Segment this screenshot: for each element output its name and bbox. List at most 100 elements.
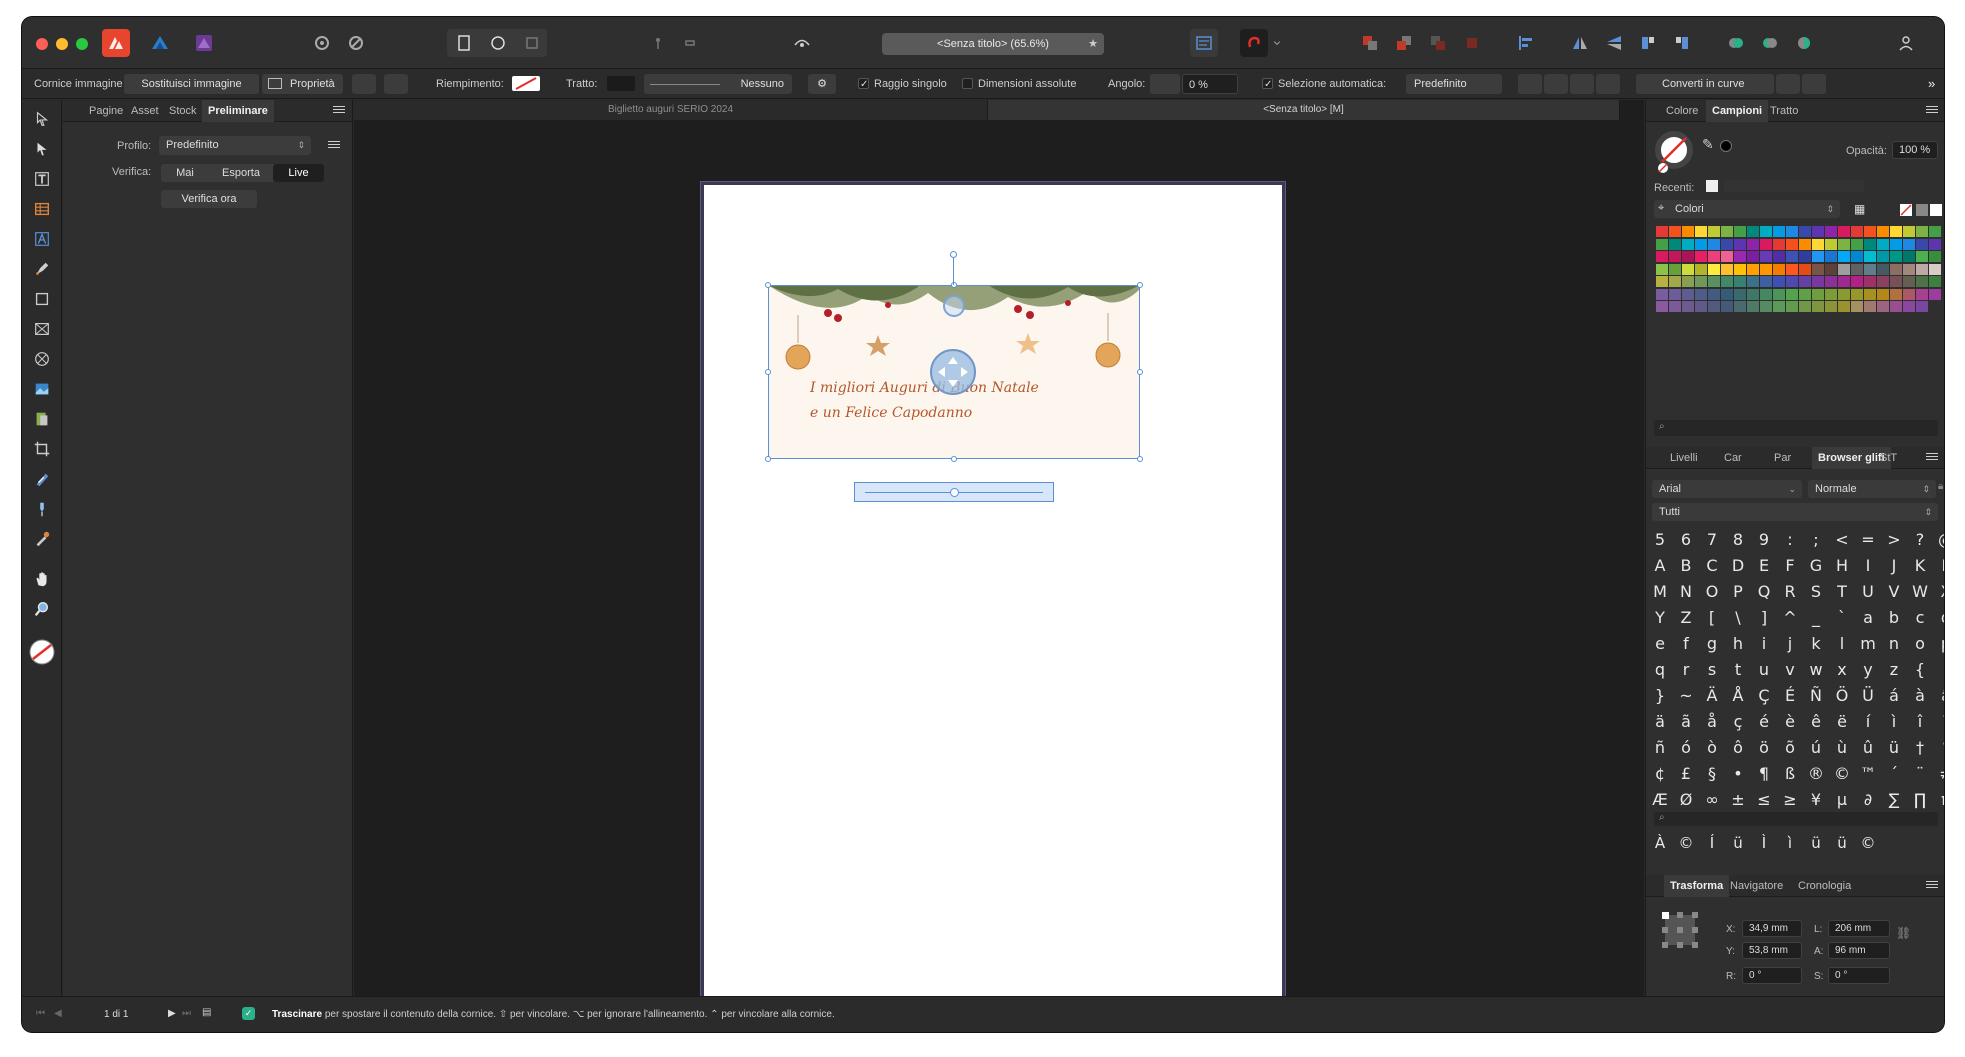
color-swatch[interactable] <box>1708 301 1720 312</box>
glyph-cell[interactable]: ß <box>1780 764 1800 783</box>
verify-now-button[interactable]: Verifica ora <box>161 190 257 208</box>
tab-history[interactable]: Cronologia <box>1792 875 1857 897</box>
color-swatch[interactable] <box>1929 288 1941 300</box>
tab-character[interactable]: Car <box>1718 447 1748 469</box>
glyph-cell[interactable]: V <box>1884 582 1904 601</box>
glyph-cell[interactable]: G <box>1806 556 1826 575</box>
node-tool-icon[interactable] <box>31 138 53 160</box>
recent-glyph-cell[interactable]: © <box>1858 834 1878 852</box>
color-swatch[interactable] <box>1747 251 1759 262</box>
color-swatch[interactable] <box>1929 238 1941 250</box>
glyph-cell[interactable]: m <box>1858 634 1878 653</box>
glyph-cell[interactable]: X <box>1936 582 1944 601</box>
color-swatch[interactable] <box>1903 288 1915 300</box>
zoom-window-button[interactable] <box>76 38 88 50</box>
text-flow-icon[interactable] <box>1190 29 1218 57</box>
color-swatch[interactable] <box>1734 226 1746 237</box>
color-swatch[interactable] <box>1682 238 1694 250</box>
color-swatch[interactable] <box>1864 226 1876 237</box>
color-swatch[interactable] <box>1864 276 1876 287</box>
place-image-tool-icon[interactable] <box>31 378 53 400</box>
rectangle-tool-icon[interactable] <box>31 288 53 310</box>
glyph-cell[interactable]: } <box>1650 686 1670 705</box>
color-swatch[interactable] <box>1747 288 1759 300</box>
glyph-cell[interactable]: g <box>1702 634 1722 653</box>
settings-gear-icon[interactable] <box>308 29 336 57</box>
color-swatch[interactable] <box>1851 238 1863 250</box>
swatch-search-input[interactable]: ⌕ <box>1654 420 1938 436</box>
color-panel-menu-icon[interactable] <box>1926 104 1938 116</box>
minimize-window-button[interactable] <box>56 38 68 50</box>
glyph-cell[interactable]: ≠ <box>1936 764 1944 783</box>
color-swatch[interactable] <box>1864 263 1876 275</box>
frame-fill-button[interactable] <box>384 74 408 94</box>
color-swatch[interactable] <box>1695 263 1707 275</box>
glyph-cell[interactable]: 6 <box>1676 530 1696 549</box>
color-swatch[interactable] <box>1903 226 1915 237</box>
tab-text-styles[interactable]: StT <box>1874 447 1903 469</box>
color-swatch[interactable] <box>1916 238 1928 250</box>
color-swatch[interactable] <box>1851 263 1863 275</box>
recent-glyph-cell[interactable]: Ì <box>1754 834 1774 852</box>
color-swatch[interactable] <box>1825 251 1837 262</box>
color-swatch[interactable] <box>1773 301 1785 312</box>
transform-shear-field[interactable]: 0 ° <box>1828 967 1890 984</box>
stroke-swatch[interactable] <box>607 76 635 91</box>
align-center-button[interactable] <box>1776 74 1800 94</box>
color-swatch[interactable] <box>1773 263 1785 275</box>
color-swatch[interactable] <box>1760 226 1772 237</box>
color-swatch[interactable] <box>1916 288 1928 300</box>
color-swatch[interactable] <box>1786 226 1798 237</box>
glyph-cell[interactable]: ò <box>1702 738 1722 757</box>
color-swatch[interactable] <box>1812 288 1824 300</box>
color-swatch[interactable] <box>1916 276 1928 287</box>
glyph-cell[interactable]: e <box>1650 634 1670 653</box>
color-swatch[interactable] <box>1890 251 1902 262</box>
preflight-ok-icon[interactable]: ✓ <box>242 1007 255 1020</box>
glyph-cell[interactable]: Z <box>1676 608 1696 627</box>
zoom-tool-icon[interactable] <box>31 598 53 620</box>
glyph-cell[interactable]: ä <box>1650 712 1670 731</box>
verify-option-export[interactable]: Esporta <box>209 164 273 182</box>
color-swatch[interactable] <box>1890 288 1902 300</box>
glyph-cell[interactable]: n <box>1884 634 1904 653</box>
color-swatch[interactable] <box>1916 251 1928 262</box>
color-swatch[interactable] <box>1812 301 1824 312</box>
glyph-lock-icon[interactable]: 🔒︎ <box>1938 481 1943 492</box>
color-swatch[interactable] <box>1734 288 1746 300</box>
arrange-backward-icon[interactable] <box>1424 29 1452 57</box>
content-scale-slider[interactable] <box>854 482 1054 502</box>
glyph-cell[interactable]: ñ <box>1650 738 1670 757</box>
recent-glyph-cell[interactable]: ì <box>1780 834 1800 852</box>
glyph-cell[interactable]: ì <box>1884 712 1904 731</box>
frame-content-anchor-icon[interactable] <box>943 295 965 317</box>
glyph-cell[interactable]: ∑ <box>1884 790 1904 809</box>
glyph-cell[interactable]: à <box>1910 686 1930 705</box>
glyph-cell[interactable]: é <box>1754 712 1774 731</box>
glyph-cell[interactable]: Ö <box>1832 686 1852 705</box>
view-page-icon[interactable] <box>450 29 478 57</box>
glyph-cell[interactable]: A <box>1650 556 1670 575</box>
color-swatch[interactable] <box>1708 226 1720 237</box>
crop-button[interactable] <box>1596 74 1620 94</box>
transform-width-field[interactable]: 206 mm <box>1828 920 1890 937</box>
color-swatch[interactable] <box>1656 276 1668 287</box>
color-swatch[interactable] <box>1786 288 1798 300</box>
glyph-cell[interactable]: † <box>1910 738 1930 757</box>
color-swatch[interactable] <box>1708 288 1720 300</box>
color-swatch[interactable] <box>1760 288 1772 300</box>
color-swatch[interactable] <box>1708 238 1720 250</box>
color-swatch[interactable] <box>1916 263 1928 275</box>
glyph-cell[interactable]: Y <box>1650 608 1670 627</box>
color-swatch[interactable] <box>1877 263 1889 275</box>
color-swatch[interactable] <box>1708 276 1720 287</box>
color-swatch[interactable] <box>1851 226 1863 237</box>
color-swatch[interactable] <box>1656 288 1668 300</box>
glyph-cell[interactable]: ã <box>1676 712 1696 731</box>
color-swatch[interactable] <box>1890 263 1902 275</box>
glyph-subset-dropdown[interactable]: Tutti ⇕ <box>1652 503 1938 521</box>
document-title[interactable]: <Senza titolo> (65.6%) ★ <box>882 33 1104 55</box>
color-swatch[interactable] <box>1877 288 1889 300</box>
color-swatch[interactable] <box>1890 276 1902 287</box>
color-swatch[interactable] <box>1669 301 1681 312</box>
